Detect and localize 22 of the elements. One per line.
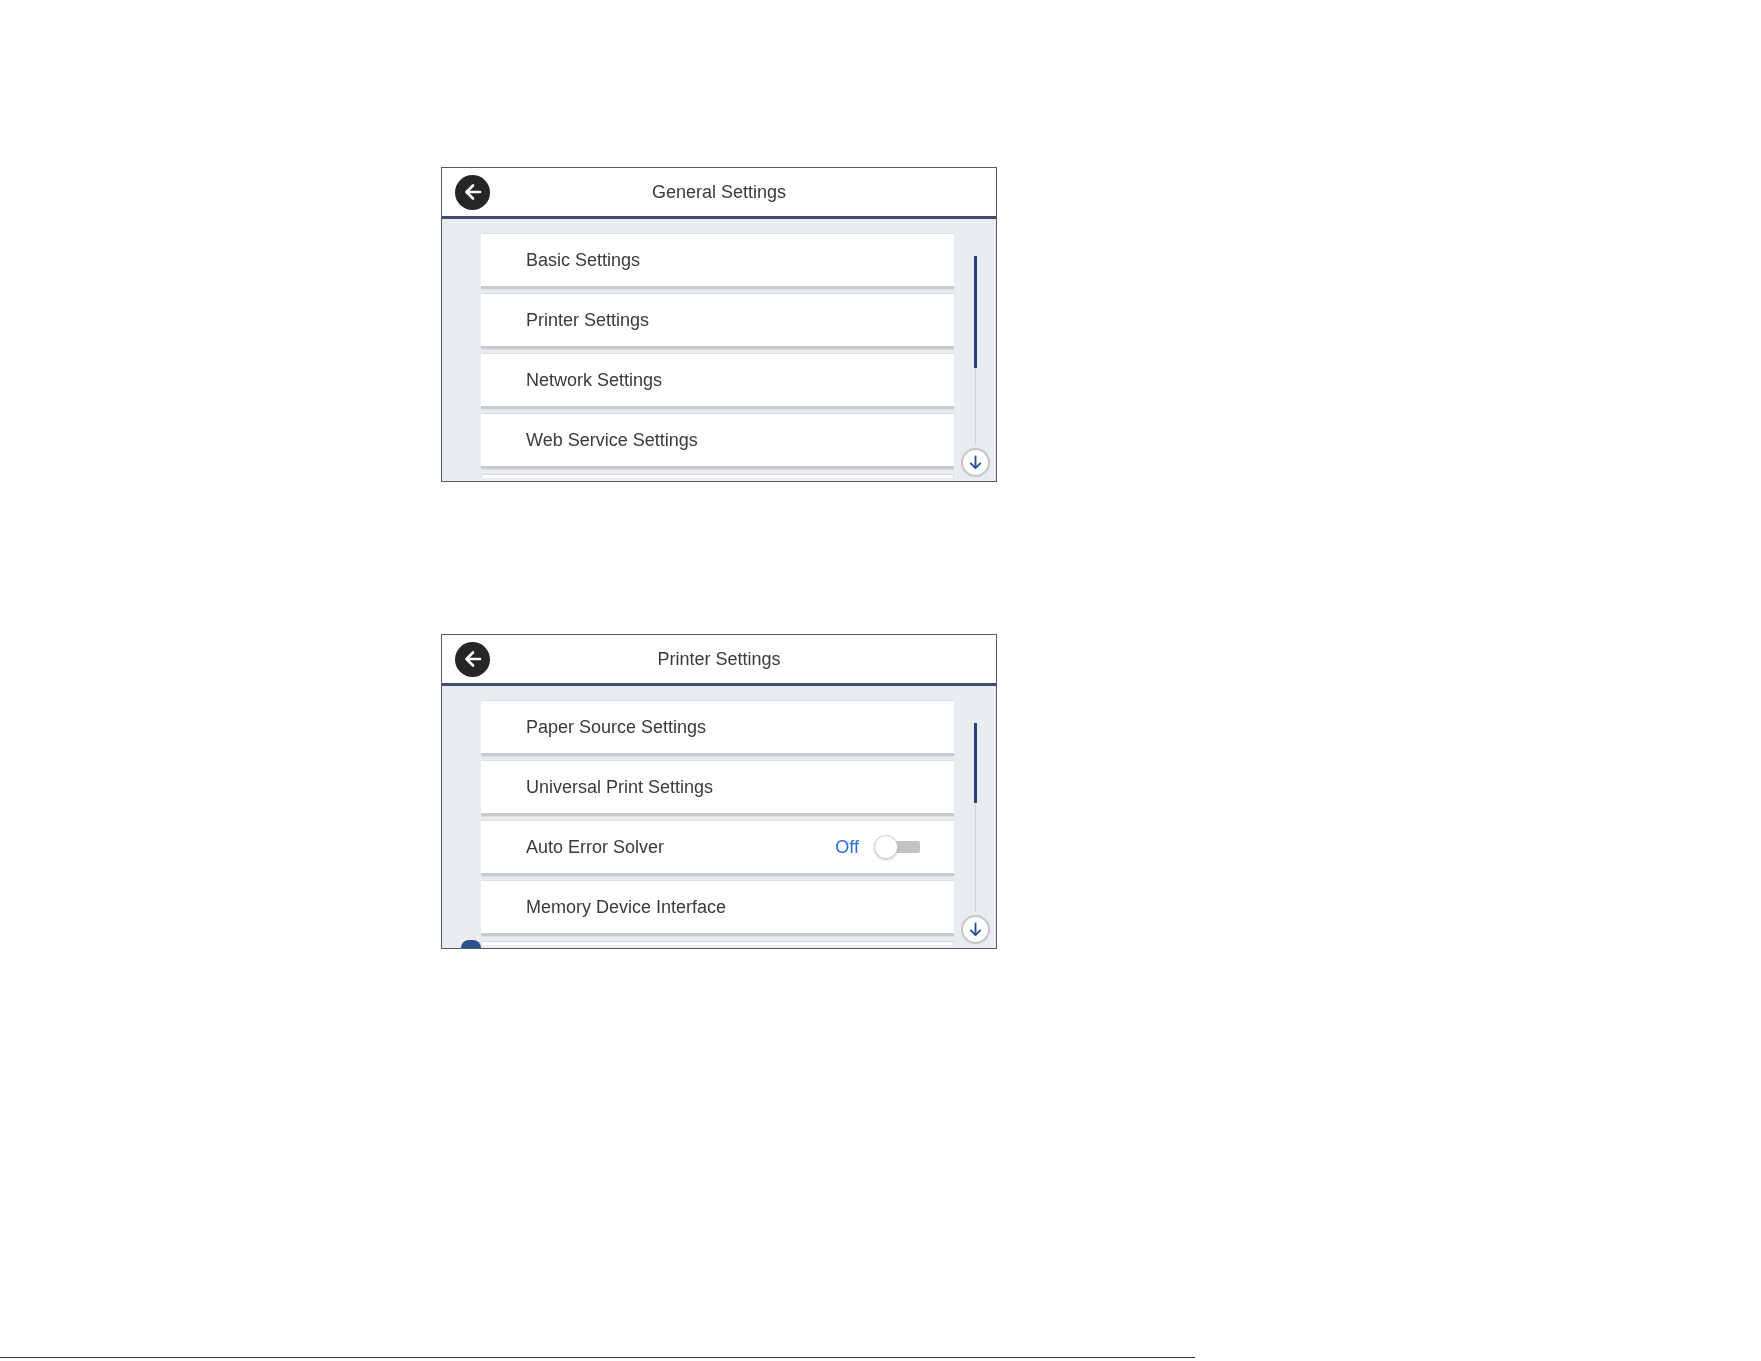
- menu-item[interactable]: Web Service Settings: [481, 414, 954, 469]
- scrollbar-thumb[interactable]: [973, 256, 977, 368]
- menu-item[interactable]: Printer Settings: [481, 294, 954, 349]
- menu-item[interactable]: Network Settings: [481, 354, 954, 409]
- menu-item[interactable]: Basic Settings: [481, 234, 954, 289]
- toggle-state-label: Off: [835, 835, 859, 859]
- scrollbar-thumb[interactable]: [973, 723, 977, 803]
- screen-title: Printer Settings: [657, 647, 781, 671]
- arrow-left-icon: [462, 649, 483, 669]
- back-button[interactable]: [455, 174, 490, 210]
- arrow-down-icon: [967, 922, 983, 937]
- menu-item[interactable]: Auto Error Solver Off: [481, 821, 954, 876]
- scroll-down-button[interactable]: [960, 915, 990, 944]
- screen-title: General Settings: [651, 180, 787, 204]
- menu-item[interactable]: Paper Source Settings: [481, 701, 954, 756]
- scroll-down-button[interactable]: [960, 448, 990, 477]
- arrow-left-icon: [462, 182, 483, 202]
- back-button[interactable]: [455, 641, 490, 677]
- arrow-down-icon: [967, 455, 983, 470]
- toggle-switch[interactable]: [874, 835, 920, 859]
- menu-item[interactable]: Universal Print Settings: [481, 761, 954, 816]
- menu-item[interactable]: Memory Device Interface: [481, 881, 954, 936]
